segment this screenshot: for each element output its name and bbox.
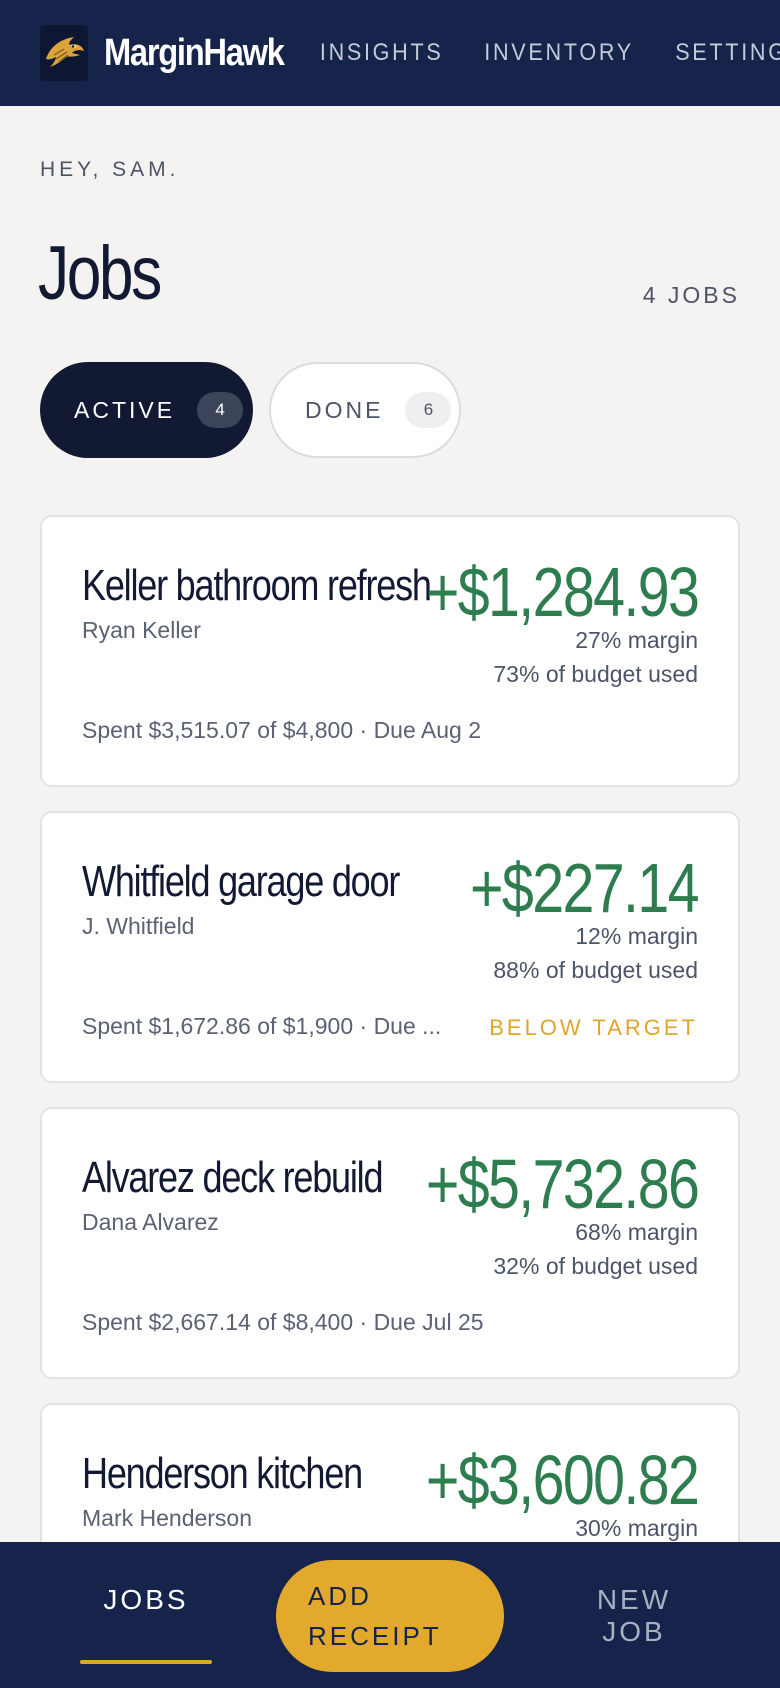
job-margin: 30% margin [575,1515,698,1541]
job-title: Whitfield garage door [82,857,400,906]
job-card[interactable]: Whitfield garage door J. Whitfield +$227… [40,811,740,1083]
job-client: Dana Alvarez [82,1209,219,1235]
tab-jobs[interactable]: JOBS [80,1584,212,1616]
job-margin: 12% margin [575,923,698,949]
job-budget-used: 32% of budget used [493,1253,698,1279]
job-spent: Spent $3,515.07 of $4,800 · Due Aug 2 [82,717,481,743]
job-margin: 27% margin [575,627,698,653]
job-profit: +$1,284.93 [425,553,700,631]
job-client: Mark Henderson [82,1505,253,1531]
filter-done-pill[interactable]: DONE 6 [269,362,461,458]
job-client: Ryan Keller [82,617,201,643]
filter-done-count: 6 [405,392,452,428]
job-count: 4 JOBS [642,282,740,308]
nav-inventory[interactable]: INVENTORY [484,39,634,67]
job-margin: 68% margin [575,1219,698,1245]
nav-insights[interactable]: INSIGHTS [320,39,444,67]
job-title: Henderson kitchen [82,1449,363,1498]
job-card[interactable]: Alvarez deck rebuild Dana Alvarez +$5,73… [40,1107,740,1379]
filter-active-pill[interactable]: ACTIVE 4 [40,362,253,458]
job-profit: +$5,732.86 [425,1145,700,1223]
tab-active-indicator [80,1660,212,1664]
below-target-badge: BELOW TARGET [489,1015,698,1040]
job-title: Keller bathroom refresh [82,561,432,610]
job-title: Alvarez deck rebuild [82,1153,384,1202]
job-spent: Spent $1,672.86 of $1,900 · Due ... [82,1013,442,1039]
job-profit: +$3,600.82 [425,1441,700,1519]
new-job-button[interactable]: NEW JOB [560,1584,708,1648]
page-title: Jobs [38,231,162,316]
job-profit: +$227.14 [470,849,700,927]
filter-done-label: DONE [305,396,384,423]
filter-active-count: 4 [197,392,244,428]
hawk-logo-icon[interactable] [40,25,88,81]
job-client: J. Whitfield [82,913,195,939]
main-nav: INSIGHTS INVENTORY SETTINGS [313,39,780,67]
filter-active-label: ACTIVE [74,396,176,423]
brand-name: MarginHawk [104,31,285,74]
greeting: HEY, SAM. [40,158,180,181]
job-budget-used: 73% of budget used [493,661,698,687]
job-card[interactable]: Keller bathroom refresh Ryan Keller +$1,… [40,515,740,787]
job-budget-used: 88% of budget used [493,957,698,983]
filter-tabs: ACTIVE 4 DONE 6 [40,362,461,458]
bottom-nav-bar: JOBS ADD RECEIPT NEW JOB [0,1542,780,1688]
nav-settings[interactable]: SETTINGS [676,39,780,67]
add-receipt-button[interactable]: ADD RECEIPT [276,1560,504,1672]
job-spent: Spent $2,667.14 of $8,400 · Due Jul 25 [82,1309,484,1335]
top-app-bar: MarginHawk INSIGHTS INVENTORY SETTINGS [0,0,780,106]
